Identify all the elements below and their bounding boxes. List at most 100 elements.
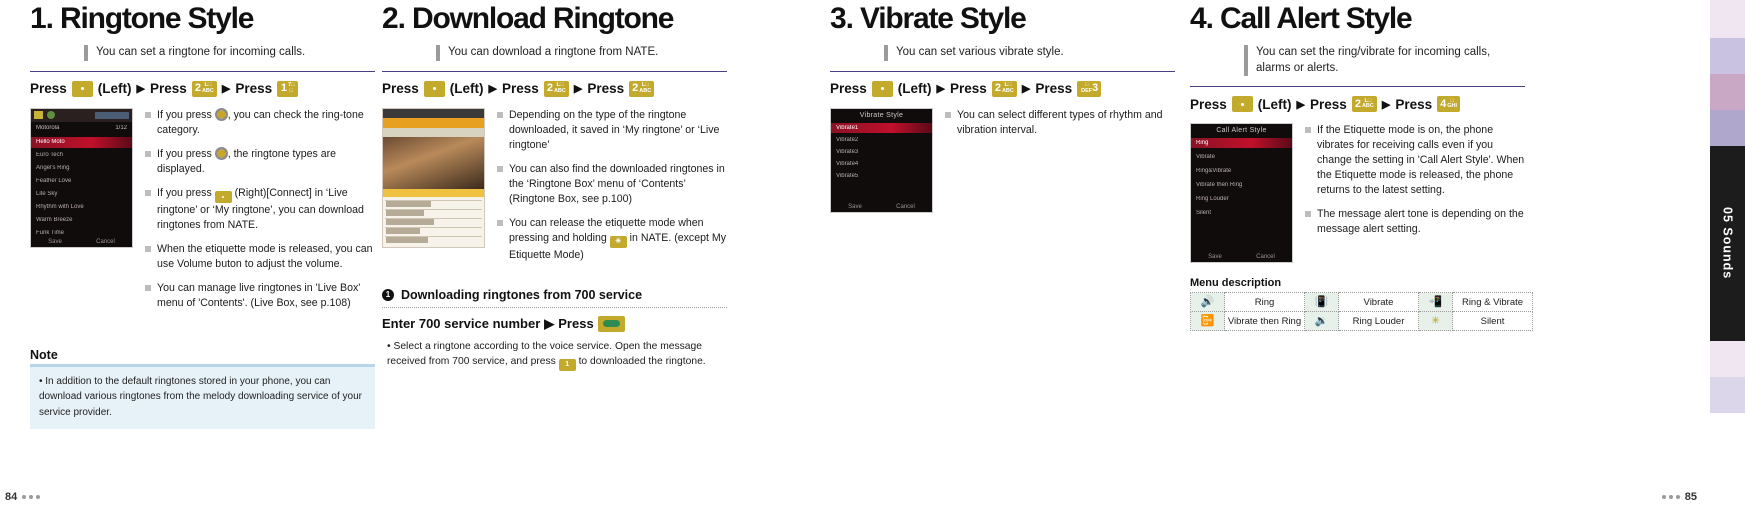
screenshot-row-2: Vibrate3 bbox=[836, 148, 859, 155]
subsection-head-row: 1 Downloading ringtones from 700 service bbox=[382, 288, 727, 302]
list-item: If you press , you can check the ring-to… bbox=[145, 107, 375, 138]
softkey-cancel: Cancel bbox=[1256, 254, 1275, 261]
section-vibrate-style: 3. Vibrate Style You can set various vib… bbox=[830, 0, 1175, 213]
section-2-heading: 2. Download Ringtone bbox=[382, 0, 727, 36]
bullet-square-icon bbox=[497, 165, 503, 172]
bullet-square-icon bbox=[145, 284, 151, 291]
bullet-text: If the Etiquette mode is on, the phone v… bbox=[1317, 124, 1525, 197]
list-item: When the etiquette mode is released, you… bbox=[145, 242, 375, 272]
arrow-icon: ▶ bbox=[488, 83, 498, 96]
section-call-alert-style: 4. Call Alert Style You can set the ring… bbox=[1190, 0, 1533, 332]
section-3-subtitle-row: You can set various vibrate style. bbox=[884, 45, 1175, 61]
screenshot-title: Call Alert Style bbox=[1216, 127, 1267, 135]
key-1-sub: 7□ □ bbox=[287, 82, 295, 94]
list-item: You can manage live ringtones in 'Live B… bbox=[145, 281, 375, 311]
section-1-title: Ringtone Style bbox=[60, 2, 254, 35]
screenshot-row-1: Vibrate bbox=[1196, 154, 1215, 161]
page-number-left-group: 84 bbox=[5, 491, 41, 503]
section-3-divider bbox=[830, 70, 1175, 72]
bullet-text: You can also find the downloaded rington… bbox=[509, 162, 725, 205]
send-key-icon bbox=[597, 315, 625, 332]
screenshot-softkeys: Save Cancel bbox=[31, 239, 132, 245]
softkey-save: Save bbox=[848, 203, 862, 210]
menu-label-vibrate-then-ring: Vibrate then Ring bbox=[1224, 311, 1305, 332]
tab-band-4 bbox=[1710, 110, 1745, 146]
press-paren-1: (Left) bbox=[97, 81, 132, 97]
speaker-icon: 🔊 bbox=[1190, 292, 1225, 313]
screenshot-title: Vibrate Style bbox=[859, 111, 904, 119]
section-4-divider bbox=[1190, 86, 1525, 88]
key-2-sub: L□ ABC bbox=[1361, 97, 1374, 110]
bullet-square-icon bbox=[145, 111, 151, 118]
subtitle-accent-bar bbox=[436, 45, 440, 61]
section-1-press-sequence: Press (Left) ▶ Press 2 L□ ABC ▶ Press 1 7… bbox=[30, 80, 375, 97]
screenshot-row-1: Vibrate2 bbox=[836, 136, 859, 143]
arrow-icon: ▶ bbox=[1296, 98, 1306, 111]
section-2-bullet-list: Depending on the type of the ringtone do… bbox=[497, 108, 727, 272]
screenshot-row-5: Rhythm with Love bbox=[36, 203, 84, 210]
subtitle-accent-bar bbox=[84, 45, 88, 61]
softkey-save: Save bbox=[48, 238, 62, 245]
vibrate-then-ring-icon: 📴 bbox=[1190, 311, 1225, 332]
softkey-cancel: Cancel bbox=[96, 238, 115, 245]
key-4-sub: □ GHI bbox=[1447, 97, 1458, 110]
list-item: If the Etiquette mode is on, the phone v… bbox=[1305, 123, 1525, 198]
ring-louder-icon: 🔉 bbox=[1304, 311, 1339, 332]
section-3-number: 3. bbox=[830, 2, 854, 35]
menu-label-vibrate: Vibrate bbox=[1338, 292, 1419, 313]
bullet-square-icon bbox=[1305, 211, 1311, 218]
press-paren-1: (Left) bbox=[449, 81, 484, 97]
key-2-digit: 2 bbox=[1354, 97, 1361, 110]
key-2-digit: 2 bbox=[546, 82, 553, 95]
section-2-title: Download Ringtone bbox=[412, 2, 674, 35]
key-3-digit: 3 bbox=[1092, 82, 1099, 95]
phone-screenshot-ringtone-list: Motorola 1/12 Hello Moto Euro Tech Angel… bbox=[30, 107, 133, 248]
press-paren-1: (Left) bbox=[897, 81, 932, 97]
menu-description-block: Menu description 🔊 Ring 📳 Vibrate 📲 Ring… bbox=[1190, 277, 1533, 332]
list-item: You can select different types of rhythm… bbox=[945, 108, 1175, 138]
section-2-subtitle-row: You can download a ringtone from NATE. bbox=[436, 45, 727, 61]
table-row: 🔊 Ring 📳 Vibrate 📲 Ring & Vibrate bbox=[1190, 292, 1533, 313]
bullet-square-icon bbox=[145, 245, 151, 252]
bullet-text: If you press , you can check the ring-to… bbox=[157, 107, 364, 136]
key-3-icon: □ DEF 3 bbox=[1077, 80, 1102, 97]
section-download-ringtone: 2. Download Ringtone You can download a … bbox=[382, 0, 727, 372]
section-4-bullet-list: If the Etiquette mode is on, the phone v… bbox=[1305, 123, 1525, 246]
section-2-number: 2. bbox=[382, 2, 406, 35]
page-dots-left bbox=[22, 495, 41, 499]
tab-band-8 bbox=[1710, 413, 1745, 510]
press-label-1: Press bbox=[1190, 96, 1227, 112]
screenshot-row-4: Lite Sky bbox=[36, 190, 58, 197]
section-1-subtitle-row: You can set a ringtone for incoming call… bbox=[84, 45, 375, 61]
page-number-right: 85 bbox=[1684, 491, 1697, 503]
press-label-2: Press bbox=[150, 81, 187, 97]
section-3-title: Vibrate Style bbox=[860, 2, 1027, 35]
press-label-3: Press bbox=[587, 81, 625, 97]
section-1-body: Motorola 1/12 Hello Moto Euro Tech Angel… bbox=[30, 107, 375, 320]
key-4-digit: 4 bbox=[1440, 97, 1447, 110]
key-2b-digit: 2 bbox=[632, 82, 639, 95]
key-2-icon: 2 L□ ABC bbox=[191, 80, 217, 97]
list-item: Depending on the type of the ringtone do… bbox=[497, 108, 727, 153]
section-2-divider bbox=[382, 70, 727, 72]
bullet-square-icon bbox=[145, 189, 151, 196]
press-label-2: Press bbox=[502, 81, 539, 97]
note-box: Note • In addition to the default ringto… bbox=[30, 348, 375, 430]
screenshot-counter: 1/12 bbox=[115, 124, 127, 131]
screenshot-row-1: Euro Tech bbox=[36, 151, 63, 158]
press-paren-1: (Left) bbox=[1257, 96, 1292, 112]
key-2-sub: L□ ABC bbox=[1001, 82, 1014, 94]
arrow-icon: ▶ bbox=[573, 83, 583, 96]
section-2-subtitle: You can download a ringtone from NATE. bbox=[448, 46, 659, 58]
bullet-text: You can manage live ringtones in 'Live B… bbox=[157, 281, 361, 309]
circled-number-icon: 1 bbox=[382, 288, 394, 301]
key-2-sub: L□ ABC bbox=[553, 82, 566, 94]
section-1-bullet-list: If you press , you can check the ring-to… bbox=[145, 107, 375, 320]
vibrate-icon: 📳 bbox=[1304, 292, 1339, 313]
key-1-inline-icon: 1 bbox=[558, 359, 576, 372]
section-3-heading: 3. Vibrate Style bbox=[830, 0, 1175, 36]
screenshot-row-0: Hello Moto bbox=[36, 138, 65, 145]
menu-description-table: 🔊 Ring 📳 Vibrate 📲 Ring & Vibrate 📴 Vibr… bbox=[1190, 292, 1533, 332]
arrow-icon: ▶ bbox=[1021, 83, 1031, 96]
bullet-text: Depending on the type of the ringtone do… bbox=[509, 108, 720, 151]
